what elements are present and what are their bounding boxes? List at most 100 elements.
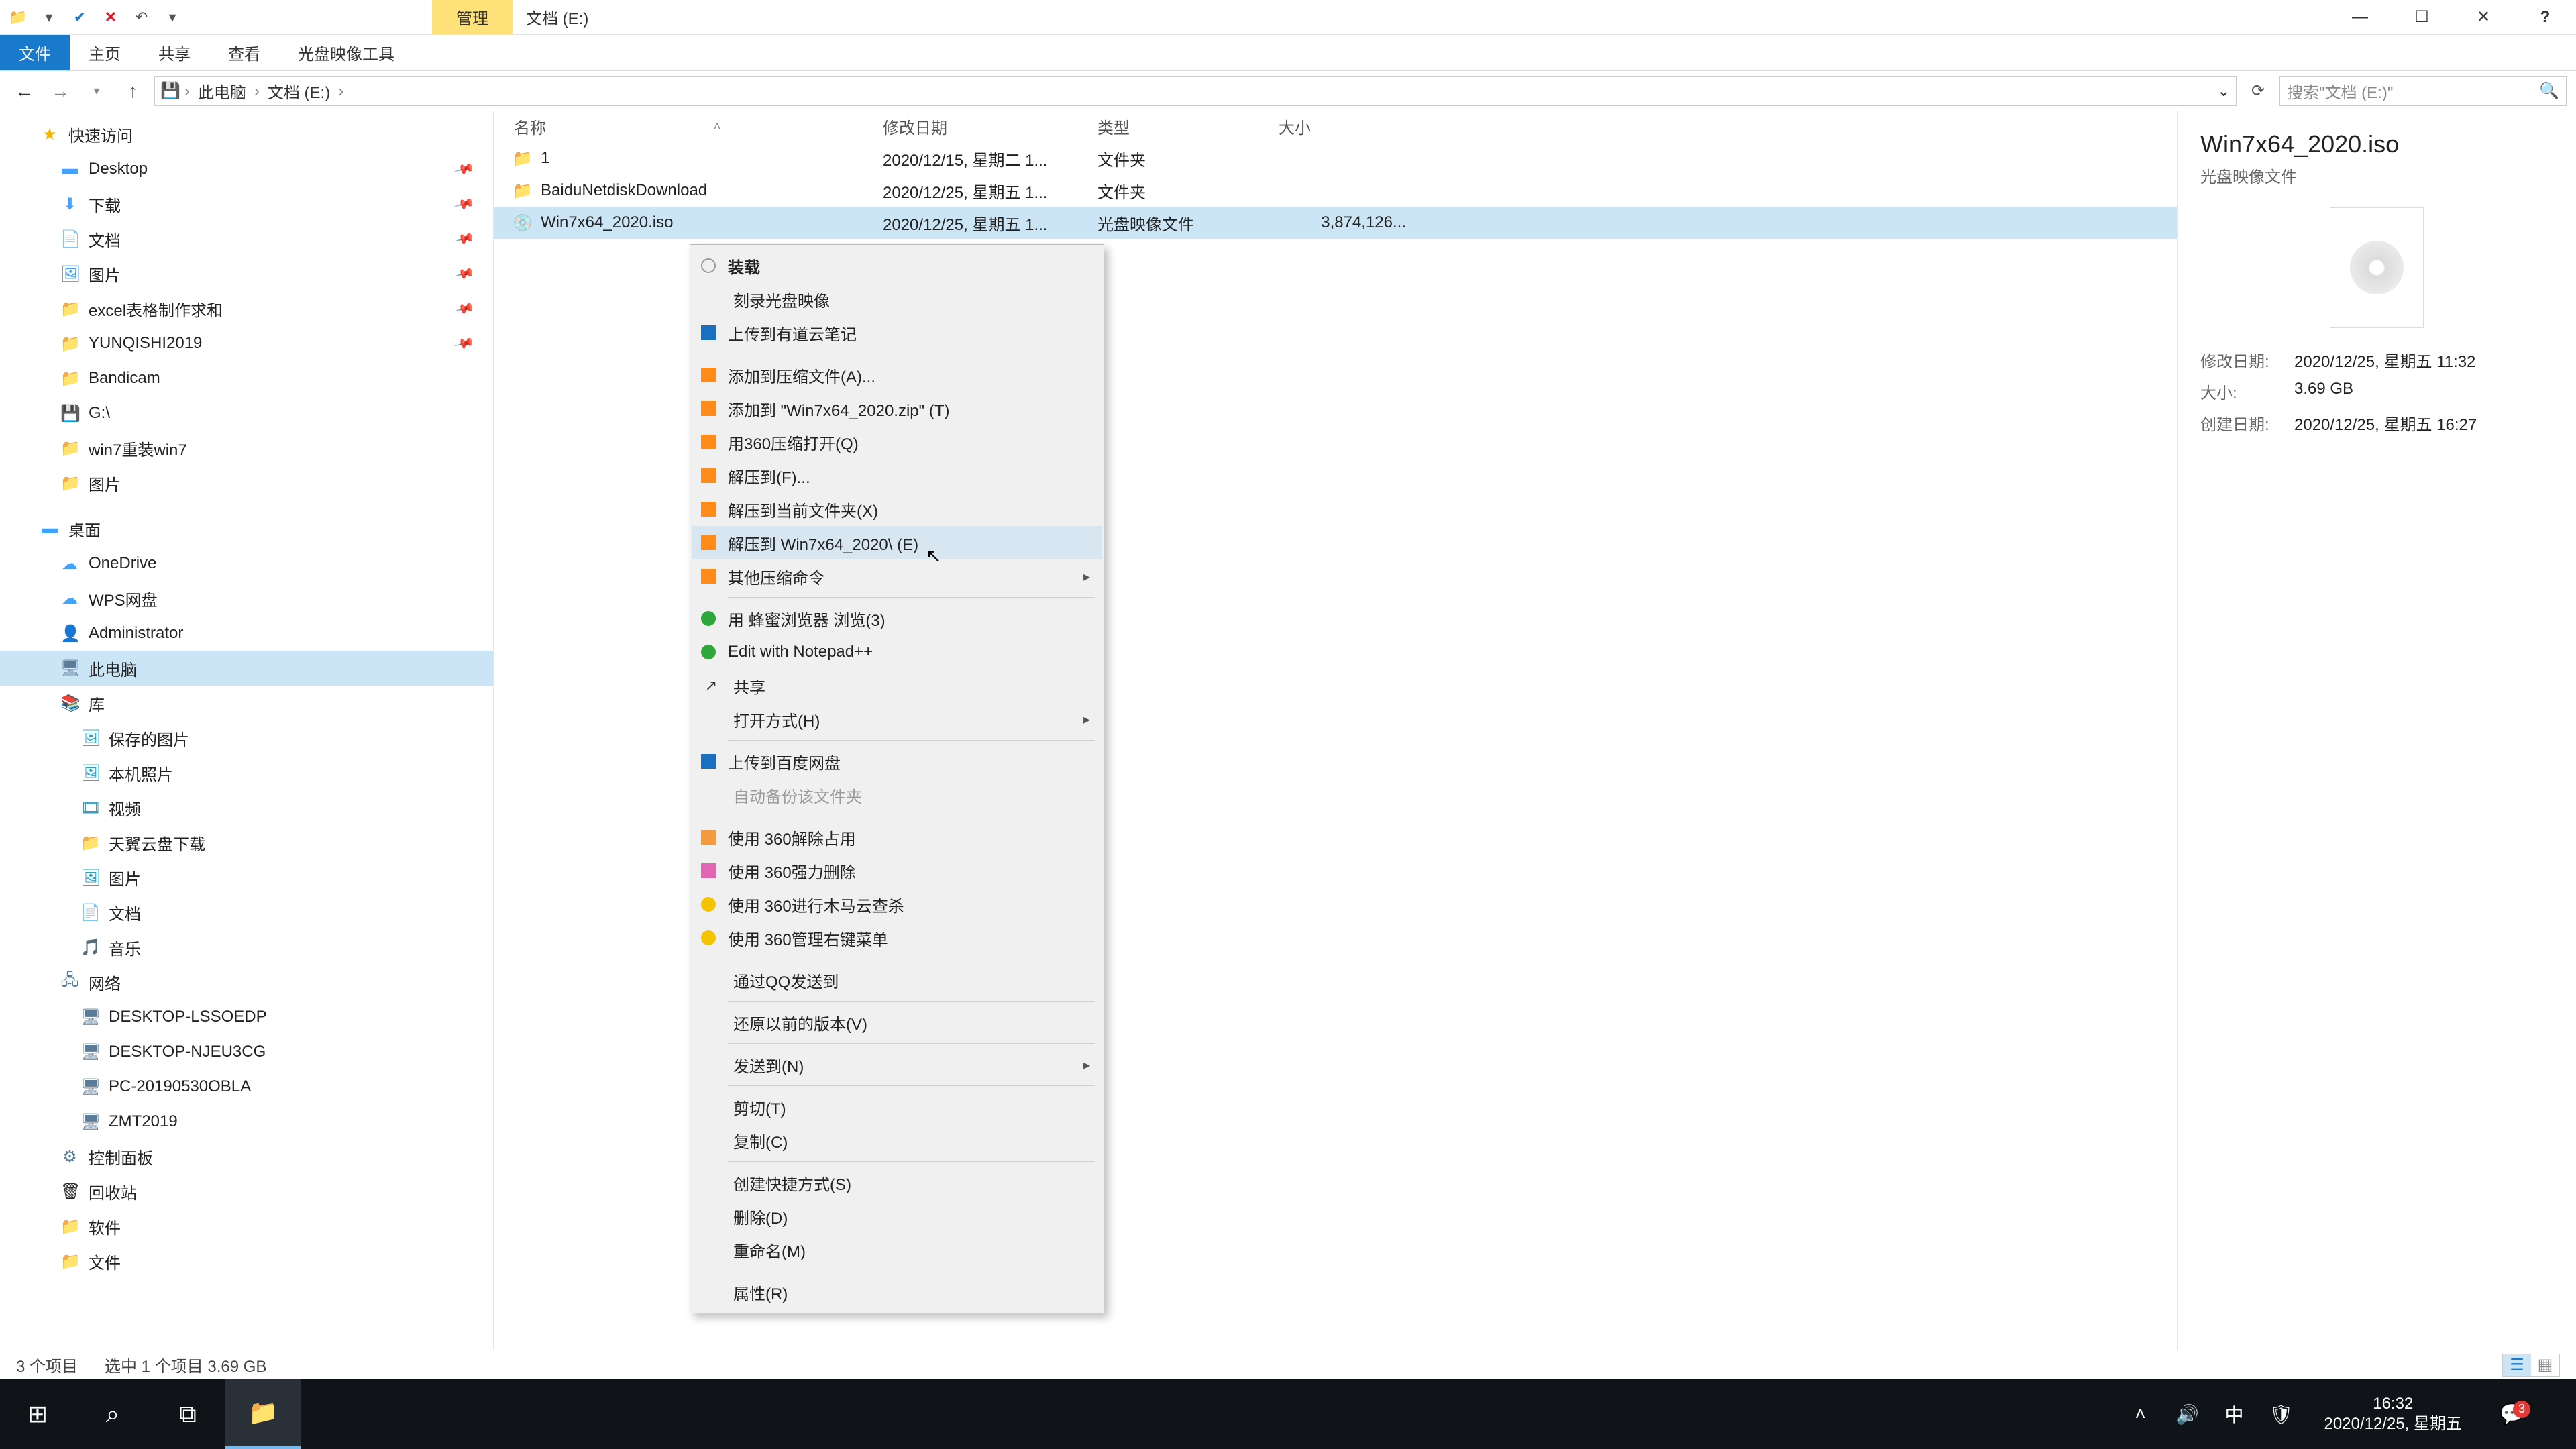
ctx-properties[interactable]: 属性(R) [692, 1275, 1102, 1309]
table-row[interactable]: 📁1 2020/12/15, 星期二 1... 文件夹 [494, 142, 2177, 174]
ctx-delete[interactable]: 删除(D) [692, 1199, 1102, 1233]
tree-network[interactable]: 🖧网络 [0, 965, 493, 1000]
tree-thispc[interactable]: 🖥此电脑 [0, 651, 493, 686]
tree-pictures2[interactable]: 📁图片 [0, 466, 493, 500]
tree-downloads[interactable]: ⬇下载📌 [0, 186, 493, 221]
security-icon[interactable]: 🛡 [2265, 1403, 2298, 1426]
clock[interactable]: 16:32 2020/12/25, 星期五 [2312, 1394, 2474, 1434]
ribbon-tab-disctools[interactable]: 光盘映像工具 [279, 35, 413, 70]
tree-libraries[interactable]: 📚库 [0, 686, 493, 720]
tree-software[interactable]: 📁软件 [0, 1209, 493, 1244]
chevron-right-icon[interactable]: › [338, 82, 343, 101]
ctx-open-360zip[interactable]: 用360压缩打开(Q) [692, 425, 1102, 459]
ctx-extract-here[interactable]: 解压到当前文件夹(X) [692, 492, 1102, 526]
forward-button[interactable]: → [46, 76, 75, 106]
tree-wps[interactable]: ☁WPS网盘 [0, 581, 493, 616]
tree-music[interactable]: 🎵音乐 [0, 930, 493, 965]
breadcrumb-loc[interactable]: 文档 (E:) [264, 79, 334, 103]
ctx-burn[interactable]: 刻录光盘映像 [692, 282, 1102, 316]
recent-dropdown[interactable]: ▾ [82, 76, 111, 106]
ctx-extract-to[interactable]: 解压到(F)... [692, 459, 1102, 492]
tree-tianyi[interactable]: 📁天翼云盘下载 [0, 825, 493, 860]
search-input[interactable]: 搜索"文档 (E:)" 🔍 [2279, 76, 2567, 106]
tree-desktop-root[interactable]: ▬桌面 [0, 511, 493, 546]
minimize-button[interactable]: — [2329, 0, 2391, 34]
search-button[interactable]: ⌕ [75, 1379, 150, 1449]
col-header-size[interactable]: 大小 [1279, 115, 1433, 138]
refresh-button[interactable]: ⟳ [2243, 81, 2273, 101]
ctx-shortcut[interactable]: 创建快捷方式(S) [692, 1166, 1102, 1199]
up-button[interactable]: ↑ [118, 76, 148, 106]
chevron-down-icon[interactable]: ⌄ [2217, 81, 2231, 101]
chevron-right-icon[interactable]: › [254, 82, 260, 101]
col-header-type[interactable]: 类型 [1097, 115, 1279, 138]
qat-close-icon[interactable]: ✕ [97, 4, 125, 31]
tree-yunqishi[interactable]: 📁YUNQISHI2019📌 [0, 326, 493, 361]
tree-documents[interactable]: 📄文档📌 [0, 221, 493, 256]
ctx-360-menu[interactable]: 使用 360管理右键菜单 [692, 921, 1102, 955]
ctx-360-unlock[interactable]: 使用 360解除占用 [692, 820, 1102, 854]
chevron-right-icon[interactable]: › [184, 82, 190, 101]
ctx-restore[interactable]: 还原以前的版本(V) [692, 1006, 1102, 1039]
ctx-qq-send[interactable]: 通过QQ发送到 [692, 963, 1102, 997]
close-button[interactable]: ✕ [2453, 0, 2514, 34]
address-bar[interactable]: 💾 › 此电脑 › 文档 (E:) › ⌄ [154, 76, 2237, 106]
tree-pc2[interactable]: 🖥DESKTOP-NJEU3CG [0, 1034, 493, 1069]
tree-desktop[interactable]: ▬Desktop📌 [0, 152, 493, 186]
tree-videos[interactable]: 🎞视频 [0, 790, 493, 825]
ribbon-tab-file[interactable]: 文件 [0, 35, 70, 70]
explorer-taskbar-button[interactable]: 📁 [225, 1379, 301, 1449]
ctx-cut[interactable]: 剪切(T) [692, 1090, 1102, 1124]
ctx-notepadpp[interactable]: Edit with Notepad++ [692, 635, 1102, 669]
volume-icon[interactable]: 🔊 [2171, 1403, 2204, 1426]
tree-gdrive[interactable]: 💾G:\ [0, 396, 493, 431]
ctx-other-compress[interactable]: 其他压缩命令▸ [692, 559, 1102, 593]
ctx-extract-folder[interactable]: 解压到 Win7x64_2020\ (E) [692, 526, 1102, 559]
taskview-button[interactable]: ⧉ [150, 1379, 225, 1449]
table-row[interactable]: 📁BaiduNetdiskDownload 2020/12/25, 星期五 1.… [494, 174, 2177, 207]
ribbon-tab-home[interactable]: 主页 [70, 35, 140, 70]
ctx-baidu[interactable]: 上传到百度网盘 [692, 745, 1102, 778]
ribbon-tab-share[interactable]: 共享 [140, 35, 209, 70]
tray-overflow-button[interactable]: ˄ [2125, 1403, 2157, 1425]
qat-check-icon[interactable]: ✔ [66, 4, 94, 31]
ctx-bee-browser[interactable]: 用 蜂蜜浏览器 浏览(3) [692, 602, 1102, 635]
tree-pc4[interactable]: 🖥ZMT2019 [0, 1104, 493, 1139]
tree-savedpics[interactable]: 🖼保存的图片 [0, 720, 493, 755]
tree-quick-access[interactable]: ★快速访问 [0, 117, 493, 152]
ribbon-tab-view[interactable]: 查看 [209, 35, 279, 70]
ctx-youdao[interactable]: 上传到有道云笔记 [692, 316, 1102, 350]
tree-recycle[interactable]: 🗑回收站 [0, 1174, 493, 1209]
table-row-selected[interactable]: 💿Win7x64_2020.iso 2020/12/25, 星期五 1... 光… [494, 207, 2177, 239]
contextual-tab[interactable]: 管理 [432, 0, 513, 34]
ctx-360-delete[interactable]: 使用 360强力删除 [692, 854, 1102, 888]
tree-localpics[interactable]: 🖼本机照片 [0, 755, 493, 790]
ctx-send-to[interactable]: 发送到(N)▸ [692, 1048, 1102, 1081]
ctx-share[interactable]: ↗共享 [692, 669, 1102, 702]
back-button[interactable]: ← [9, 76, 39, 106]
qat-dropdown-icon[interactable]: ▾ [158, 4, 186, 31]
breadcrumb-root[interactable]: 此电脑 [194, 79, 250, 103]
ctx-rename[interactable]: 重命名(M) [692, 1233, 1102, 1267]
tree-pictures[interactable]: 🖼图片📌 [0, 256, 493, 291]
ctx-360-scan[interactable]: 使用 360进行木马云查杀 [692, 888, 1102, 921]
notification-button[interactable]: 💬3 [2489, 1403, 2536, 1426]
col-header-date[interactable]: 修改日期 [883, 115, 1097, 138]
tree-pictures3[interactable]: 🖼图片 [0, 860, 493, 895]
tree-pc3[interactable]: 🖥PC-20190530OBLA [0, 1069, 493, 1104]
start-button[interactable]: ⊞ [0, 1379, 75, 1449]
tree-win7reinstall[interactable]: 📁win7重装win7 [0, 431, 493, 466]
tree-admin[interactable]: 👤Administrator [0, 616, 493, 651]
maximize-button[interactable]: ☐ [2391, 0, 2453, 34]
tree-files[interactable]: 📁文件 [0, 1244, 493, 1279]
qat-save-icon[interactable]: ▾ [35, 4, 63, 31]
tree-pc1[interactable]: 🖥DESKTOP-LSSOEDP [0, 1000, 493, 1034]
qat-undo-icon[interactable]: ↶ [127, 4, 156, 31]
ctx-copy[interactable]: 复制(C) [692, 1124, 1102, 1157]
search-icon[interactable]: 🔍 [2539, 81, 2559, 101]
tree-excel[interactable]: 📁excel表格制作求和📌 [0, 291, 493, 326]
col-header-name[interactable]: 名称˄ [494, 115, 883, 138]
view-details-button[interactable]: ☰ [2503, 1354, 2531, 1376]
ctx-add-zip[interactable]: 添加到 "Win7x64_2020.zip" (T) [692, 392, 1102, 425]
ctx-open-with[interactable]: 打开方式(H)▸ [692, 702, 1102, 736]
